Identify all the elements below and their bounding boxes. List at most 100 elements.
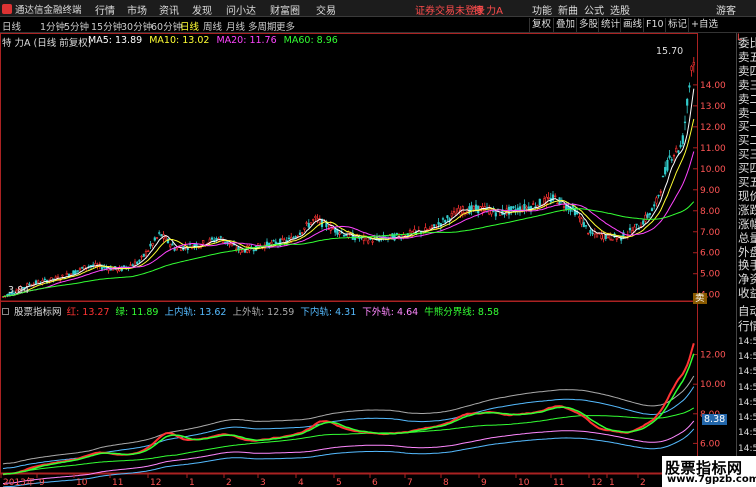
candle-body [61, 274, 64, 277]
x-tick-label: 5 [336, 478, 342, 487]
tick-time: 14:50 [738, 336, 756, 347]
candle-body [210, 237, 214, 240]
period-toolbar: 日线 1分钟 5分钟 15分钟 30分钟 60分钟 日线 周线 月线 多周期 更… [0, 18, 756, 33]
ma-legend: MA5: 13.89 MA10: 13.02 MA20: 11.76 MA60:… [88, 35, 338, 46]
candle-body [446, 215, 449, 219]
candle-body [215, 238, 218, 240]
tick-time: 14:50 [738, 413, 756, 424]
bull-bear-line [2, 407, 695, 475]
ma20-line [2, 151, 695, 298]
menu-item-discover[interactable]: 发现 [192, 2, 212, 17]
candle-body [235, 248, 238, 251]
indicator-settings-icon[interactable] [2, 308, 9, 315]
period-daily[interactable]: 日线 [180, 19, 199, 33]
candle-body [37, 280, 40, 284]
candle-body [193, 244, 196, 247]
candle-body [160, 234, 163, 237]
period-60min[interactable]: 60分钟 [151, 19, 182, 33]
period-monthly[interactable]: 月线 [226, 19, 245, 33]
candle-body [347, 231, 350, 238]
menu-item-formula[interactable]: 公式 [584, 2, 604, 17]
candle-body [690, 66, 693, 71]
menu-item-market[interactable]: 市场 [127, 2, 147, 17]
menu-item-trade[interactable]: 交易 [316, 2, 336, 17]
candle-body [100, 267, 104, 270]
period-30min[interactable]: 30分钟 [121, 19, 152, 33]
tick-time: 14:50 [738, 367, 756, 378]
add-watchlist-button[interactable]: +自选 [688, 18, 720, 32]
candle-body [155, 237, 159, 239]
period-15min[interactable]: 15分钟 [91, 19, 122, 33]
candle-body [78, 267, 82, 271]
candle-body [371, 240, 374, 243]
candle-body [149, 243, 152, 247]
menu-item-function[interactable]: 功能 [532, 2, 552, 17]
candle-body [562, 206, 566, 208]
candle-body [532, 203, 535, 205]
draw-line-button[interactable]: 画线 [620, 18, 644, 32]
x-tick-label: 8 [443, 478, 449, 487]
candle-body [653, 204, 656, 207]
x-tick-label: 9 [39, 478, 45, 487]
mark-button[interactable]: 标记 [665, 18, 689, 32]
period-5min[interactable]: 5分钟 [64, 19, 89, 33]
x-tick-label: 10 [76, 478, 88, 487]
candle-body [325, 222, 328, 228]
menu-item-assistant[interactable]: 问小达 [226, 2, 256, 17]
candle-body [602, 233, 605, 240]
candle-body [648, 212, 651, 216]
candle-body [281, 238, 284, 240]
overlay-button[interactable]: 叠加 [553, 18, 577, 32]
kline-chart[interactable]: 14.00 13.00 12.00 11.00 10.00 9.00 8.00 7.00 6.0… [0, 33, 736, 487]
quote-panel: L 委比卖五卖四卖三卖二卖一买一买二买三买四买五现价涨跌涨幅总量外盘换手净资收益… [736, 33, 756, 487]
candle-body [294, 236, 297, 238]
period-weekly[interactable]: 周线 [203, 19, 222, 33]
period-daily-left[interactable]: 日线 [2, 19, 21, 33]
period-1min[interactable]: 1分钟 [40, 19, 65, 33]
candle-body [175, 247, 178, 251]
x-tick-label: 2013年 [3, 476, 35, 487]
menu-item-wealth[interactable]: 财富圈 [270, 2, 300, 17]
candle-body [450, 213, 453, 217]
guest-user[interactable]: 游客 [716, 2, 736, 17]
price-tick-label: 11.00 [700, 144, 726, 154]
candle-body [298, 232, 302, 235]
tick-mode-label[interactable]: 行情 [738, 320, 756, 333]
period-more[interactable]: 更多 [276, 19, 295, 33]
candle-body [595, 233, 599, 238]
period-multi[interactable]: 多周期 [248, 19, 277, 33]
candle-body [314, 216, 317, 218]
candle-body [681, 135, 684, 144]
candle-body [441, 218, 445, 220]
menu-item-new[interactable]: 新曲 [558, 2, 578, 17]
x-tick-label: 11 [553, 478, 564, 487]
candle-body [171, 243, 174, 246]
f10-button[interactable]: F10 [643, 18, 666, 32]
candle-body [683, 121, 687, 124]
candle-body [81, 267, 84, 269]
tick-mode-label[interactable]: 自动 [738, 305, 756, 318]
candle-body [659, 191, 662, 193]
candle-body [131, 264, 134, 267]
ma5-label: MA5: 13.89 [88, 35, 143, 46]
candlestick-series [1, 56, 695, 299]
candle-body [538, 198, 541, 206]
candle-body [472, 206, 475, 210]
candle-body [591, 232, 594, 235]
x-tick-label: 12 [591, 478, 602, 487]
menu-item-quotes[interactable]: 行情 [95, 2, 115, 17]
candle-body [604, 235, 607, 239]
adjust-button[interactable]: 复权 [529, 18, 553, 32]
ma60-line [2, 201, 695, 298]
statistics-button[interactable]: 统计 [598, 18, 622, 32]
red-line [2, 343, 695, 476]
menu-bar: 通达信金融终端 行情 市场 资讯 发现 问小达 财富圈 交易 证券交易未登录 特… [0, 0, 756, 17]
candle-body [305, 222, 308, 224]
candle-body [670, 159, 673, 161]
multi-stock-button[interactable]: 多股 [576, 18, 600, 32]
quote-field-label: 买四 [738, 161, 756, 176]
app-title-text: 通达信金融终端 [15, 4, 82, 16]
menu-item-news[interactable]: 资讯 [159, 2, 179, 17]
candle-body [129, 264, 132, 266]
menu-item-screener[interactable]: 选股 [610, 2, 630, 17]
